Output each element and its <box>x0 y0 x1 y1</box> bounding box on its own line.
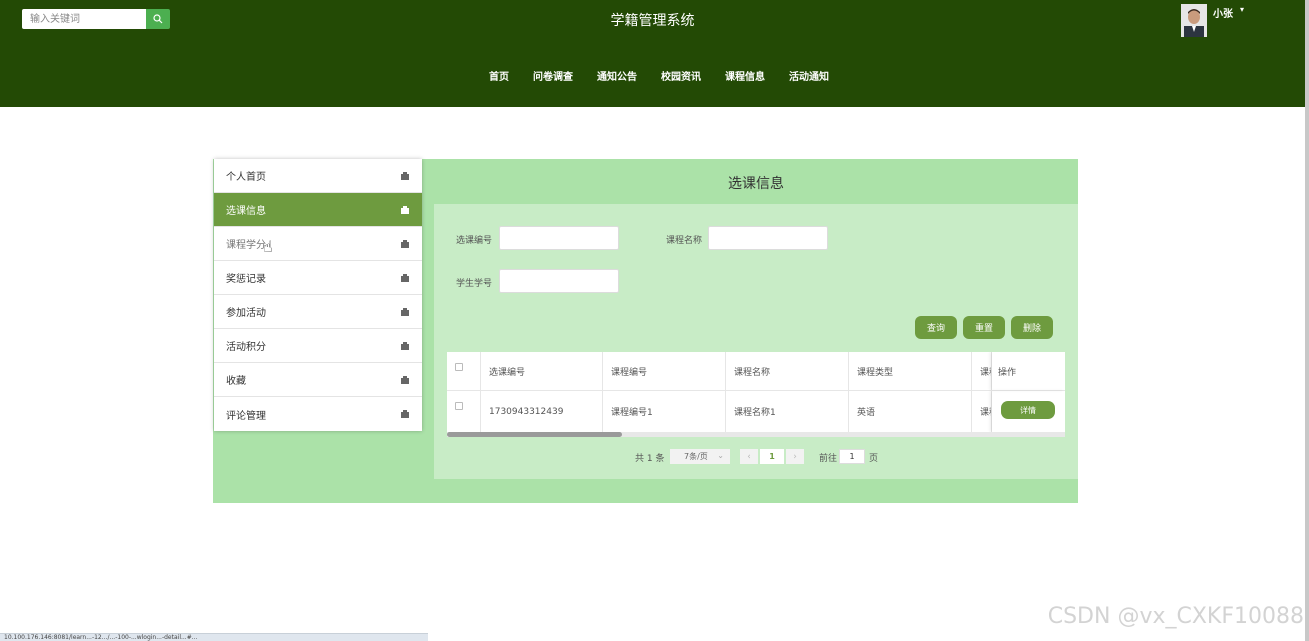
briefcase-icon <box>401 206 409 214</box>
sidebar-item-label: 课程学分 <box>226 240 266 251</box>
nav-survey[interactable]: 问卷调查 <box>533 68 573 83</box>
goto-label: 前往 <box>819 454 838 464</box>
student-no-input[interactable] <box>499 269 619 293</box>
table-cell: 课程编号1 <box>603 391 726 432</box>
sidebar-item-course-credits[interactable]: 课程学分 <box>214 227 422 261</box>
sidebar-item-comment-management[interactable]: 评论管理 <box>214 397 422 431</box>
briefcase-icon <box>401 172 409 180</box>
briefcase-icon <box>401 240 409 248</box>
username[interactable]: 小张 <box>1213 5 1233 20</box>
nav-course-info[interactable]: 课程信息 <box>725 68 765 83</box>
table-header-cell[interactable]: 选课编号 <box>481 352 603 390</box>
hand-cursor-icon: ☝ <box>263 237 273 256</box>
select-no-input[interactable] <box>499 226 619 250</box>
page-unit-label: 页 <box>869 454 879 464</box>
sidebar-menu: 个人首页 选课信息 课程学分 奖惩记录 参加活动 活动积分 收藏 评论管理 <box>214 159 422 431</box>
sidebar-item-join-activity[interactable]: 参加活动 <box>214 295 422 329</box>
sidebar-item-course-selection[interactable]: 选课信息 <box>214 193 422 227</box>
chevron-down-icon: ⌄ <box>717 451 724 460</box>
row-checkbox[interactable] <box>455 402 463 410</box>
sidebar-item-personal-home[interactable]: 个人首页 <box>214 159 422 193</box>
query-button[interactable]: 查询 <box>915 316 957 339</box>
sidebar-item-activity-points[interactable]: 活动积分 <box>214 329 422 363</box>
browser-status-bar: 10.100.176.146:8081/learn...-12.../...-1… <box>0 633 428 641</box>
sidebar-item-label: 个人首页 <box>226 172 266 183</box>
nav-notice[interactable]: 通知公告 <box>597 68 637 83</box>
page-size-value: 7条/页 <box>684 452 708 461</box>
sidebar-item-rewards-record[interactable]: 奖惩记录 <box>214 261 422 295</box>
row-select-cell <box>447 391 481 432</box>
sidebar-item-favorites[interactable]: 收藏 <box>214 363 422 397</box>
table-header-cell[interactable]: 课程名称 <box>726 352 849 390</box>
table-header-cell[interactable]: 课程编号 <box>603 352 726 390</box>
sidebar-item-label: 收藏 <box>226 376 246 387</box>
chevron-down-icon[interactable]: ▾ <box>1240 5 1244 14</box>
briefcase-icon <box>401 376 409 384</box>
filter-label-select-no: 选课编号 <box>456 236 493 246</box>
filter-label-course-name: 课程名称 <box>666 236 703 246</box>
sidebar-item-label: 活动积分 <box>226 342 266 353</box>
briefcase-icon <box>401 308 409 316</box>
watermark: CSDN @vx_CXKF10088 <box>1047 604 1304 629</box>
table-header-cell[interactable]: 课程 <box>972 352 992 390</box>
table-header-cell[interactable]: 课程类型 <box>849 352 972 390</box>
page-scrollbar[interactable] <box>1305 0 1309 641</box>
sidebar-item-label: 评论管理 <box>226 410 266 422</box>
table-cell: 课程 <box>972 391 992 432</box>
site-title: 学籍管理系统 <box>610 13 695 29</box>
next-page-button[interactable]: › <box>786 449 804 464</box>
detail-button[interactable]: 详情 <box>1001 401 1055 419</box>
nav-campus-news[interactable]: 校园资讯 <box>661 68 701 83</box>
reset-button[interactable]: 重置 <box>963 316 1005 339</box>
page-size-select[interactable]: 7条/页 ⌄ <box>670 449 730 464</box>
user-photo <box>1181 4 1207 37</box>
table-scroll-thumb[interactable] <box>447 432 622 437</box>
avatar[interactable] <box>1181 4 1207 37</box>
table-cell: 课程名称1 <box>726 391 849 432</box>
briefcase-icon <box>401 410 409 418</box>
sidebar-item-label: 参加活动 <box>226 308 266 319</box>
select-all-checkbox[interactable] <box>455 363 463 371</box>
sidebar-item-label: 奖惩记录 <box>226 274 266 285</box>
current-page[interactable]: 1 <box>760 449 784 464</box>
prev-page-button[interactable]: ‹ <box>740 449 758 464</box>
goto-page-input[interactable]: 1 <box>839 449 865 464</box>
nav-activity-notice[interactable]: 活动通知 <box>789 68 829 83</box>
table-cell: 英语 <box>849 391 972 432</box>
table-cell: 1730943312439 <box>481 391 603 432</box>
briefcase-icon <box>401 342 409 350</box>
header-select-cell <box>447 352 481 390</box>
sidebar-item-label: 选课信息 <box>226 206 266 217</box>
course-name-input[interactable] <box>708 226 828 250</box>
filter-label-student-no: 学生学号 <box>456 279 493 289</box>
nav-home[interactable]: 首页 <box>489 68 509 83</box>
data-table: 选课编号 课程编号 课程名称 课程类型 课程 操作 1730943312439 … <box>447 352 1065 432</box>
table-header-cell: 操作 <box>992 352 1065 390</box>
page-title: 选课信息 <box>728 176 784 192</box>
briefcase-icon <box>401 274 409 282</box>
delete-button[interactable]: 删除 <box>1011 316 1053 339</box>
pagination-total: 共 1 条 <box>635 454 665 464</box>
